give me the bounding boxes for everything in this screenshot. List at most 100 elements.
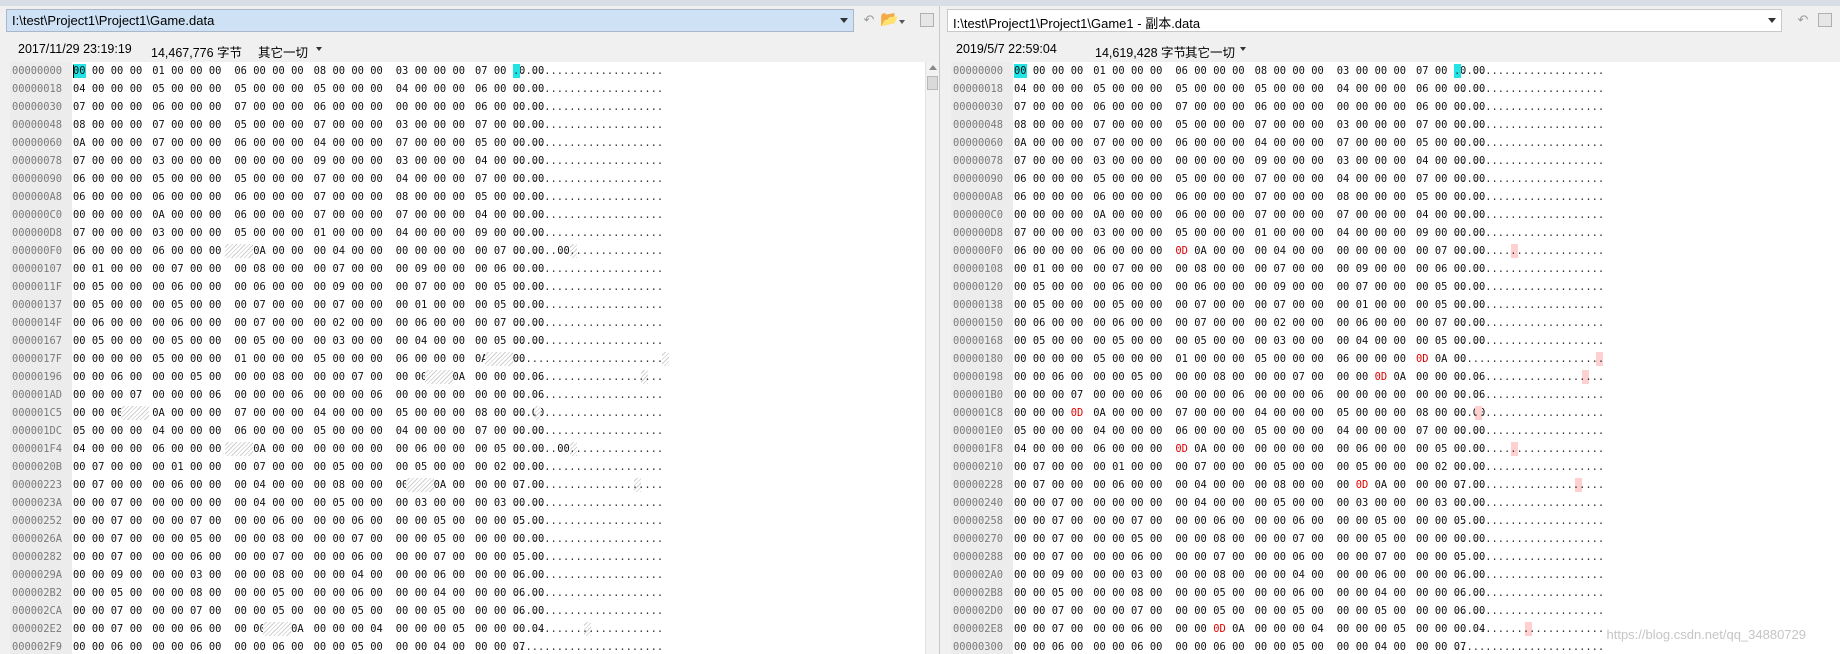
hex-byte[interactable]: 00 xyxy=(1232,460,1245,474)
hex-byte[interactable]: 08 xyxy=(73,118,86,132)
hex-byte[interactable]: 00 xyxy=(1232,532,1245,546)
hex-byte[interactable]: 04 xyxy=(1337,226,1350,240)
hex-byte[interactable]: 00 xyxy=(1150,298,1163,312)
hex-byte[interactable]: 00 xyxy=(73,622,86,636)
hex-byte[interactable]: 00 xyxy=(209,100,222,114)
hex-byte[interactable]: 07 xyxy=(1052,622,1065,636)
hex-byte[interactable]: 05 xyxy=(314,82,327,96)
hex-byte[interactable]: 00 xyxy=(234,568,247,582)
hex-byte[interactable]: 05 xyxy=(152,172,165,186)
hex-byte[interactable]: 07 xyxy=(234,406,247,420)
hex-byte[interactable]: 00 xyxy=(1394,406,1407,420)
hex-byte[interactable]: 00 xyxy=(190,334,203,348)
hex-byte[interactable]: 00 xyxy=(1033,496,1046,510)
hex-byte[interactable]: 00 xyxy=(314,478,327,492)
hex-byte[interactable]: 00 xyxy=(1071,442,1084,456)
hex-byte[interactable]: 00 xyxy=(1311,532,1324,546)
hex-byte[interactable]: 00 xyxy=(314,622,327,636)
hex-byte[interactable]: 00 xyxy=(1150,478,1163,492)
hex-byte[interactable]: 00 xyxy=(1150,496,1163,510)
hex-byte[interactable]: 00 xyxy=(1416,316,1429,330)
hex-byte[interactable]: 00 xyxy=(453,136,466,150)
hex-byte[interactable]: 00 xyxy=(370,532,383,546)
hex-byte[interactable]: 00 xyxy=(370,280,383,294)
hex-byte[interactable]: 00 xyxy=(111,64,124,78)
hex-byte[interactable]: 07 xyxy=(1416,172,1429,186)
left-folder-dropdown-arrow-icon[interactable] xyxy=(899,20,905,24)
hex-byte[interactable]: 00 xyxy=(130,118,143,132)
hex-byte[interactable]: 00 xyxy=(333,604,346,618)
hex-byte[interactable]: 00 xyxy=(453,334,466,348)
hex-byte[interactable]: 05 xyxy=(1255,82,1268,96)
hex-byte[interactable]: 00 xyxy=(1292,136,1305,150)
hex-byte[interactable]: 04 xyxy=(333,244,346,258)
hex-byte[interactable]: 00 xyxy=(190,280,203,294)
hex-byte[interactable]: 00 xyxy=(1232,316,1245,330)
hex-byte[interactable]: 00 xyxy=(396,550,409,564)
hex-byte[interactable]: 00 xyxy=(415,586,428,600)
hex-byte[interactable]: 06 xyxy=(1356,442,1369,456)
hex-byte[interactable]: 00 xyxy=(453,550,466,564)
hex-byte[interactable]: 00 xyxy=(1311,640,1324,654)
hex-byte[interactable]: 00 xyxy=(434,442,447,456)
hex-byte[interactable]: 00 xyxy=(434,226,447,240)
hex-byte[interactable]: 04 xyxy=(1194,478,1207,492)
hex-byte[interactable]: 00 xyxy=(209,568,222,582)
hex-byte[interactable]: 00 xyxy=(453,568,466,582)
hex-byte[interactable]: 00 xyxy=(1292,352,1305,366)
hex-byte[interactable]: 00 xyxy=(171,100,184,114)
hex-byte[interactable]: 00 xyxy=(1112,442,1125,456)
hex-byte[interactable]: 04 xyxy=(253,496,266,510)
hex-byte[interactable]: 00 xyxy=(314,514,327,528)
hex-byte[interactable]: 00 xyxy=(1033,568,1046,582)
hex-byte[interactable]: 00 xyxy=(333,586,346,600)
hex-byte[interactable]: 00 xyxy=(1274,370,1287,384)
hex-byte[interactable]: 06 xyxy=(1175,424,1188,438)
hex-byte[interactable]: 00 xyxy=(494,370,507,384)
ascii-text[interactable]: ........................ xyxy=(1454,566,1604,584)
hex-byte[interactable]: 00 xyxy=(314,280,327,294)
hex-byte[interactable]: 05 xyxy=(1274,460,1287,474)
hex-byte[interactable]: 00 xyxy=(396,496,409,510)
hex-byte[interactable]: 00 xyxy=(190,496,203,510)
hex-byte[interactable]: 08 xyxy=(272,370,285,384)
hex-byte[interactable]: 00 xyxy=(494,640,507,654)
hex-byte[interactable]: 00 xyxy=(1394,460,1407,474)
hex-byte[interactable]: 00 xyxy=(1375,136,1388,150)
hex-byte[interactable]: 00 xyxy=(415,388,428,402)
hex-byte[interactable]: 07 xyxy=(333,262,346,276)
hex-byte[interactable]: 03 xyxy=(1274,334,1287,348)
hex-byte[interactable]: 08 xyxy=(333,478,346,492)
hex-byte[interactable]: 05 xyxy=(396,406,409,420)
hex-byte[interactable]: 07 xyxy=(1175,406,1188,420)
hex-byte[interactable]: 00 xyxy=(475,442,488,456)
hex-byte[interactable]: 00 xyxy=(1274,640,1287,654)
hex-byte[interactable]: 00 xyxy=(209,442,222,456)
hex-byte[interactable]: 06 xyxy=(171,316,184,330)
hex-byte[interactable]: 00 xyxy=(1112,640,1125,654)
ascii-text[interactable]: ........................ xyxy=(513,638,663,654)
hex-byte[interactable]: 00 xyxy=(1255,586,1268,600)
hex-byte[interactable]: 05 xyxy=(1292,604,1305,618)
hex-byte[interactable]: 00 xyxy=(494,604,507,618)
hex-byte[interactable]: 05 xyxy=(1213,586,1226,600)
hex-byte[interactable]: 00 xyxy=(1071,136,1084,150)
hex-byte[interactable]: 00 xyxy=(1394,226,1407,240)
hex-byte[interactable]: 00 xyxy=(1232,334,1245,348)
hex-byte[interactable]: 05 xyxy=(351,640,364,654)
hex-byte[interactable]: 00 xyxy=(1274,100,1287,114)
hex-byte[interactable]: 00 xyxy=(1194,514,1207,528)
hex-byte[interactable]: 00 xyxy=(1311,496,1324,510)
hex-byte[interactable]: 00 xyxy=(370,424,383,438)
hex-byte[interactable]: 09 xyxy=(1052,568,1065,582)
hex-byte[interactable]: 00 xyxy=(152,298,165,312)
hex-byte[interactable]: 00 xyxy=(291,478,304,492)
hex-byte[interactable]: 00 xyxy=(1014,280,1027,294)
hex-byte[interactable]: 00 xyxy=(1033,154,1046,168)
hex-byte[interactable]: 00 xyxy=(1194,550,1207,564)
hex-byte[interactable]: 00 xyxy=(1071,640,1084,654)
hex-byte[interactable]: 00 xyxy=(1435,406,1448,420)
hex-byte[interactable]: 00 xyxy=(253,208,266,222)
hex-byte[interactable]: 00 xyxy=(1071,622,1084,636)
hex-byte[interactable]: 00 xyxy=(1112,424,1125,438)
